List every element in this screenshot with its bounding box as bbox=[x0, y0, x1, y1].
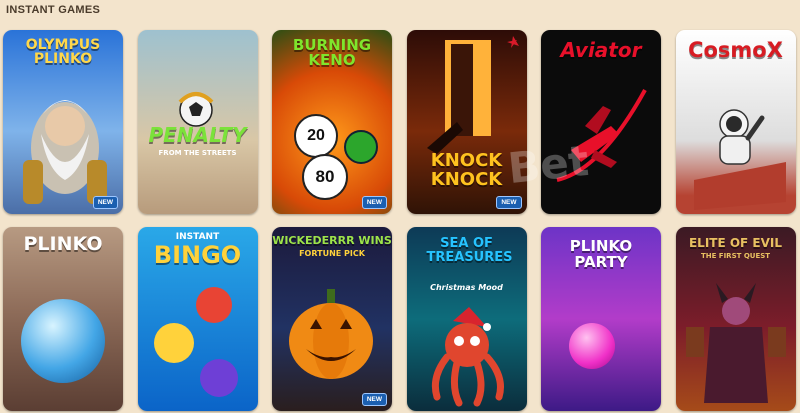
villain-artwork bbox=[685, 283, 786, 403]
game-title: PENALTY bbox=[148, 123, 247, 147]
bingo-ball-yellow bbox=[153, 323, 194, 363]
new-badge: NEW bbox=[361, 196, 387, 209]
bingo-ball-purple bbox=[199, 359, 238, 397]
octopus-icon bbox=[431, 307, 504, 407]
game-tile-penalty[interactable]: PENALTY FROM THE STREETS bbox=[137, 30, 258, 214]
game-title: BURNING KENO bbox=[292, 36, 372, 69]
new-badge: NEW bbox=[361, 393, 387, 406]
game-title: BINGO bbox=[153, 241, 242, 269]
game-tile-elite-of-evil[interactable]: ELITE OF EVIL THE FIRST QUEST bbox=[675, 227, 796, 411]
game-tile-wickederrr-wins[interactable]: WICKEDERRR WINS FORTUNE PICK NEW bbox=[272, 227, 392, 411]
new-badge: NEW bbox=[496, 196, 522, 209]
game-tile-instant-bingo[interactable]: INSTANT BINGO bbox=[137, 227, 258, 411]
game-tile-cosmox[interactable]: CosmoX bbox=[675, 30, 796, 214]
section-title: INSTANT GAMES bbox=[6, 4, 101, 16]
game-title: PLINKO PARTY bbox=[569, 237, 633, 271]
game-tile-plinko[interactable]: PLINKO bbox=[3, 227, 123, 411]
game-tile-aviator[interactable]: Aviator bbox=[541, 30, 661, 214]
game-title: OLYMPUS PLINKO bbox=[25, 37, 101, 67]
keno-ball: 20 bbox=[294, 114, 338, 158]
keno-ball: 80 bbox=[302, 154, 348, 200]
game-subtitle: FROM THE STREETS bbox=[158, 149, 237, 157]
astronaut-icon bbox=[693, 109, 786, 210]
game-title: KNOCK KNOCK bbox=[430, 150, 503, 190]
game-tile-sea-of-treasures[interactable]: SEA OF TREASURES Christmas Mood bbox=[406, 227, 527, 411]
football-icon bbox=[178, 92, 213, 127]
game-grid: OLYMPUS PLINKO NEW PENALTY FROM THE STRE… bbox=[3, 30, 797, 413]
game-tile-plinko-party[interactable]: PLINKO PARTY bbox=[541, 227, 661, 411]
keno-ball-green bbox=[344, 130, 378, 164]
plinko-ball bbox=[569, 323, 615, 369]
plinko-ball bbox=[21, 299, 105, 383]
new-badge: NEW bbox=[92, 196, 118, 209]
bingo-ball-red bbox=[195, 287, 232, 323]
game-tile-knock-knock[interactable]: KNOCK KNOCK NEW bbox=[406, 30, 527, 214]
pumpkin-icon bbox=[289, 289, 373, 379]
plane-icon bbox=[556, 89, 647, 182]
game-tile-burning-keno[interactable]: BURNING KENO 20 80 NEW bbox=[272, 30, 392, 214]
game-title: PLINKO bbox=[23, 233, 103, 255]
game-tile-olympus-plinko[interactable]: OLYMPUS PLINKO NEW bbox=[3, 30, 123, 214]
